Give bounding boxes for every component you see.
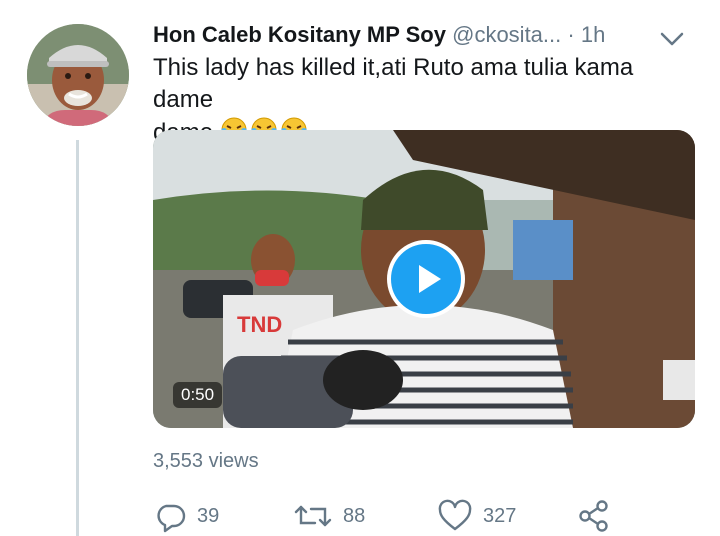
timestamp[interactable]: 1h <box>581 22 605 47</box>
reply-button[interactable]: 39 <box>153 498 219 534</box>
tweet-actions: 39 88 327 <box>153 498 623 534</box>
reply-count: 39 <box>197 504 220 527</box>
tweet-header: Hon Caleb Kositany MP Soy @ckosita... · … <box>153 20 693 50</box>
video-overlay-text: TND <box>237 312 282 337</box>
like-button[interactable]: 327 <box>437 498 516 534</box>
retweet-button[interactable]: 88 <box>293 498 365 534</box>
avatar-image <box>27 24 129 126</box>
play-icon <box>419 265 441 293</box>
retweet-count: 88 <box>343 504 366 527</box>
video-player[interactable]: TND 0:50 <box>153 130 695 428</box>
view-count: 3,553 views <box>153 450 259 472</box>
like-count: 327 <box>483 504 517 527</box>
avatar[interactable] <box>27 24 129 126</box>
share-icon <box>579 500 608 532</box>
like-icon <box>438 499 472 531</box>
author-name[interactable]: Hon Caleb Kositany MP Soy <box>153 22 446 47</box>
tweet-text-body: This lady has killed it,ati Ruto ama tul… <box>153 54 634 113</box>
share-button[interactable] <box>577 498 611 534</box>
reply-icon <box>157 504 186 533</box>
thread-line <box>76 140 79 536</box>
video-duration: 0:50 <box>173 382 223 408</box>
separator-dot: · <box>567 22 575 47</box>
author-handle[interactable]: @ckosita... <box>452 22 561 47</box>
retweet-icon <box>294 505 332 527</box>
play-button[interactable] <box>387 240 465 318</box>
